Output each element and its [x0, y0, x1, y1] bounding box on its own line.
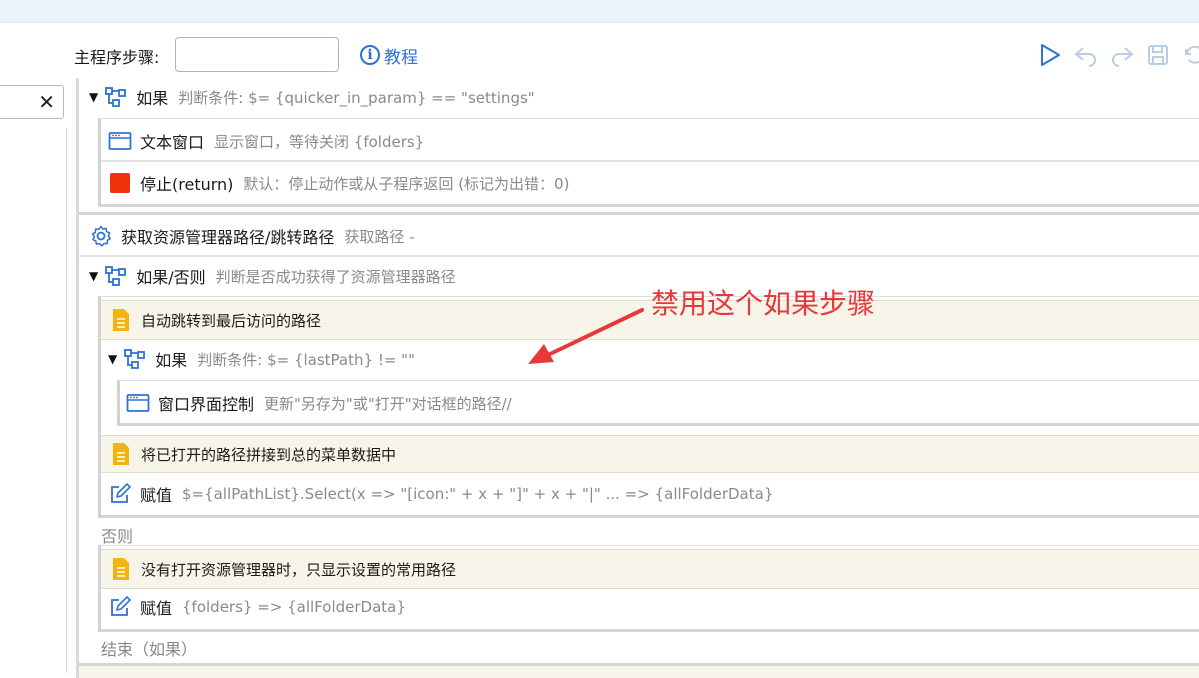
save-icon: [1148, 45, 1168, 65]
step-desc: 显示窗口，等待关闭 {folders}: [214, 132, 425, 151]
left-search-input[interactable]: ✕: [0, 85, 64, 119]
note-common-paths[interactable]: 没有打开资源管理器时，只显示设置的常用路径: [101, 549, 1199, 589]
step-desc: 判断是否成功获得了资源管理器路径: [215, 267, 456, 286]
step-title: 赋值: [140, 486, 173, 505]
undo-button[interactable]: [1073, 42, 1099, 68]
step-title: 如果: [136, 89, 169, 108]
gear-icon: [89, 225, 113, 247]
step-title: 窗口界面控制: [158, 395, 255, 414]
step-title: 赋值: [140, 599, 173, 618]
collapse-icon[interactable]: ▼: [89, 269, 98, 283]
step-text-window[interactable]: 文本窗口 显示窗口，等待关闭 {folders}: [108, 122, 424, 160]
end-if-label: 结束（如果）: [101, 640, 198, 659]
step-desc: 判断条件: $= {lastPath} != "": [197, 350, 415, 369]
step-assign-folders[interactable]: 赋值 {folders} => {allFolderData}: [108, 588, 406, 626]
window-icon: [126, 392, 150, 414]
window-icon: [108, 130, 132, 152]
tutorial-label: 教程: [384, 47, 418, 68]
annotation-arrow: [528, 308, 644, 364]
step-stop-return[interactable]: 停止(return) 默认：停止动作或从子程序返回 (标记为出错：0): [108, 164, 569, 202]
step-window-control[interactable]: 窗口界面控制 更新"另存为"或"打开"对话框的路径//: [126, 384, 512, 422]
edit-icon: [108, 483, 132, 505]
collapse-icon[interactable]: ▼: [89, 90, 98, 104]
play-icon: [1041, 44, 1060, 66]
note-concat-paths[interactable]: 将已打开的路径拼接到总的菜单数据中: [101, 435, 1199, 473]
annotation-text: 禁用这个如果步骤: [651, 287, 876, 320]
divider: [79, 212, 1199, 215]
clear-icon[interactable]: ✕: [38, 90, 55, 114]
window-top-bar: [0, 0, 1199, 23]
step-desc: 默认：停止动作或从子程序返回 (标记为出错：0): [243, 174, 570, 193]
history-icon: [1185, 45, 1199, 64]
left-panel: [0, 128, 67, 673]
main-steps-label: 主程序步骤:: [74, 48, 160, 67]
edit-icon: [108, 596, 132, 618]
next-step-edge: [79, 666, 1199, 678]
branch-icon: [104, 86, 128, 108]
note-icon: [109, 309, 133, 331]
step-title: 获取资源管理器路径/跳转路径: [121, 228, 335, 247]
main-steps-input[interactable]: [175, 37, 339, 72]
save-button[interactable]: [1145, 42, 1171, 68]
redo-button[interactable]: [1109, 42, 1135, 68]
divider: [101, 160, 1199, 162]
step-desc: $={allPathList}.Select(x => "[icon:" + x…: [182, 485, 774, 503]
run-button[interactable]: [1037, 42, 1063, 68]
stop-icon: [108, 172, 132, 194]
step-if-else[interactable]: ▼ 如果/否则 判断是否成功获得了资源管理器路径: [89, 257, 456, 295]
step-title: 文本窗口: [140, 133, 205, 152]
step-assign-all-paths[interactable]: 赋值 $={allPathList}.Select(x => "[icon:" …: [108, 475, 773, 513]
else-label: 否则: [101, 527, 134, 546]
info-icon: i: [360, 45, 380, 65]
note-auto-jump[interactable]: 自动跳转到最后访问的路径: [101, 300, 1199, 340]
step-title: 如果: [155, 351, 188, 370]
step-desc: 更新"另存为"或"打开"对话框的路径//: [264, 394, 512, 413]
step-if-lastpath[interactable]: ▼ 如果 判断条件: $= {lastPath} != "": [108, 340, 415, 378]
redo-icon: [1112, 47, 1134, 67]
history-button[interactable]: [1181, 42, 1199, 68]
collapse-icon[interactable]: ▼: [108, 352, 117, 366]
branch-icon: [123, 348, 147, 370]
step-tree: ▼ 如果 判断条件: $= {quicker_in_param} == "set…: [76, 78, 1199, 678]
undo-icon: [1074, 47, 1096, 67]
note-icon: [109, 443, 133, 465]
note-icon: [109, 558, 133, 580]
step-get-explorer-path[interactable]: 获取资源管理器路径/跳转路径 获取路径 -: [89, 217, 415, 255]
step-desc: {folders} => {allFolderData}: [182, 598, 406, 616]
note-title: 将已打开的路径拼接到总的菜单数据中: [141, 445, 397, 464]
step-title: 如果/否则: [136, 268, 206, 287]
tutorial-link[interactable]: i 教程: [360, 42, 418, 68]
step-desc: 获取路径 -: [344, 227, 415, 246]
note-title: 没有打开资源管理器时，只显示设置的常用路径: [141, 560, 457, 579]
step-title: 停止(return): [140, 175, 234, 194]
step-if-settings[interactable]: ▼ 如果 判断条件: $= {quicker_in_param} == "set…: [89, 78, 535, 116]
note-title: 自动跳转到最后访问的路径: [141, 311, 322, 330]
step-desc: 判断条件: $= {quicker_in_param} == "settings…: [178, 88, 535, 107]
branch-icon: [104, 265, 128, 287]
